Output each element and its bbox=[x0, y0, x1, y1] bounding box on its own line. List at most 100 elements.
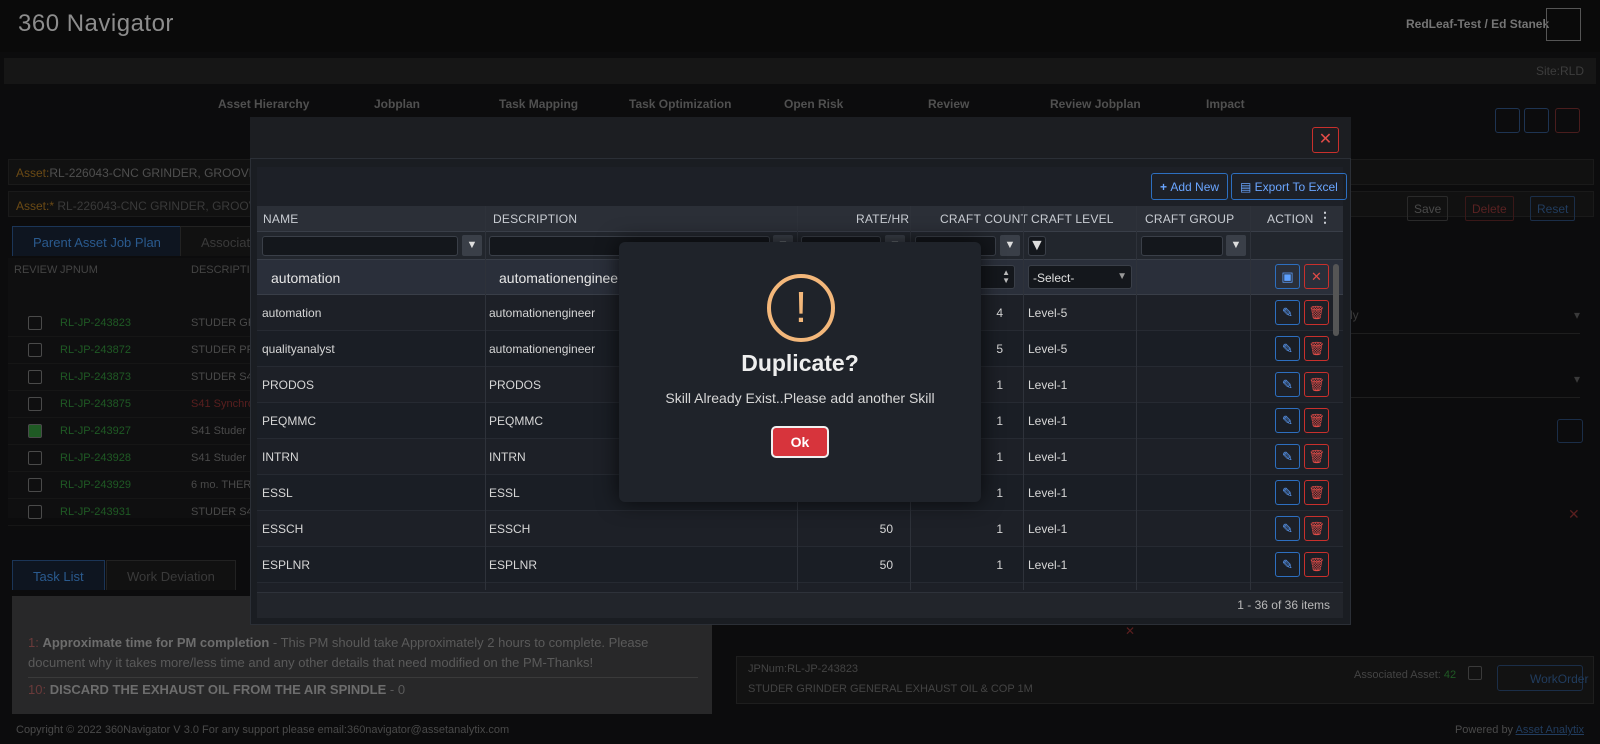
nav-task-optimization[interactable]: Task Optimization bbox=[629, 97, 731, 111]
edit-description-input[interactable]: automationengineer bbox=[499, 270, 623, 286]
workorder-button[interactable]: WorkOrder bbox=[1497, 665, 1588, 691]
review-checkbox[interactable] bbox=[28, 316, 42, 330]
trash-icon[interactable]: 🗑 bbox=[1304, 480, 1329, 505]
col-name[interactable]: NAME bbox=[263, 212, 298, 226]
close-icon: ✕ bbox=[1311, 269, 1322, 284]
name-cell: ESPLNR bbox=[262, 558, 311, 572]
save-button[interactable]: Save bbox=[1407, 196, 1449, 221]
trash-icon[interactable]: 🗑 bbox=[1304, 300, 1329, 325]
user-name[interactable]: RedLeaf-Test / Ed Stanek bbox=[1406, 17, 1549, 31]
close-icon[interactable]: ✕ bbox=[1125, 624, 1135, 638]
col-action: ACTION bbox=[1267, 212, 1314, 226]
review-checkbox-checked[interactable] bbox=[28, 424, 42, 438]
nav-jobplan[interactable]: Jobplan bbox=[374, 97, 420, 111]
associated-checkbox[interactable] bbox=[1468, 666, 1482, 680]
powered-label: Powered by bbox=[1454, 724, 1514, 736]
filter-group-input[interactable] bbox=[1141, 236, 1223, 256]
edit-icon[interactable]: ✎ bbox=[1275, 480, 1300, 505]
filter-icon[interactable]: ▼ bbox=[462, 235, 482, 256]
review-checkbox[interactable] bbox=[28, 478, 42, 492]
nav-open-risk[interactable]: Open Risk bbox=[784, 97, 843, 111]
review-checkbox[interactable] bbox=[28, 451, 42, 465]
jpnum-label: JPNum:RL-JP-243823 bbox=[748, 663, 859, 675]
description-cell: ESSCH bbox=[489, 522, 531, 536]
edit-icon[interactable]: ✎ bbox=[1275, 552, 1300, 577]
rate-cell: 50 bbox=[879, 558, 893, 572]
task-number: 10: bbox=[28, 682, 47, 697]
review-checkbox[interactable] bbox=[28, 343, 42, 357]
user-avatar[interactable] bbox=[1546, 8, 1581, 41]
nav-task-mapping[interactable]: Task Mapping bbox=[499, 97, 578, 111]
trash-icon[interactable]: 🗑 bbox=[1304, 336, 1329, 361]
add-new-button[interactable]: + Add New bbox=[1151, 173, 1229, 200]
ok-button[interactable]: Ok bbox=[771, 426, 829, 458]
col-description[interactable]: DESCRIPTION bbox=[493, 212, 577, 226]
edit-icon[interactable]: ✎ bbox=[1275, 372, 1300, 397]
column-menu-icon[interactable]: ⋮ bbox=[1318, 209, 1332, 226]
filter-name-input[interactable] bbox=[262, 236, 458, 256]
level-cell: Level-5 bbox=[1028, 306, 1068, 320]
footer-copyright: Copyright © 2022 360Navigator V 3.0 For … bbox=[16, 724, 510, 736]
col-rate[interactable]: RATE/HR bbox=[856, 212, 909, 226]
save-label: Save bbox=[1414, 202, 1442, 216]
trash-icon[interactable]: 🗑 bbox=[1304, 372, 1329, 397]
nav-review[interactable]: Review bbox=[928, 97, 969, 111]
edit-name-input[interactable]: automation bbox=[271, 270, 340, 286]
right-dropdown-2[interactable]: ▾ bbox=[1350, 372, 1580, 398]
asset-select-value[interactable]: RL-226043-CNC GRINDER, GROOVE bbox=[57, 199, 264, 213]
trash-icon[interactable]: 🗑 bbox=[1304, 552, 1329, 577]
edit-icon[interactable]: ✎ bbox=[1275, 516, 1300, 541]
col-craft-level[interactable]: CRAFT LEVEL bbox=[1031, 212, 1114, 226]
column-divider bbox=[1136, 206, 1137, 590]
chevron-down-icon: ▼ bbox=[1117, 271, 1127, 282]
review-checkbox[interactable] bbox=[28, 505, 42, 519]
tab-task-list[interactable]: Task List bbox=[12, 560, 105, 590]
trash-icon[interactable]: 🗑 bbox=[1304, 408, 1329, 433]
delete-button[interactable]: Delete bbox=[1465, 196, 1514, 221]
grid-scrollbar[interactable] bbox=[1333, 264, 1339, 336]
settings-button[interactable] bbox=[1524, 108, 1549, 133]
count-cell: 1 bbox=[996, 558, 1003, 572]
tab-parent-asset-job-plan[interactable]: Parent Asset Job Plan bbox=[12, 226, 182, 256]
filter-icon[interactable]: ▼ bbox=[1028, 236, 1046, 256]
edit-icon[interactable]: ✎ bbox=[1275, 336, 1300, 361]
help-button[interactable] bbox=[1495, 108, 1520, 133]
col-craft-count[interactable]: CRAFT COUNT bbox=[940, 212, 1028, 226]
edit-icon[interactable]: ✎ bbox=[1275, 444, 1300, 469]
save-row-button[interactable]: ▣ bbox=[1275, 264, 1300, 289]
edit-icon[interactable]: ✎ bbox=[1275, 300, 1300, 325]
trash-icon[interactable]: 🗑 bbox=[1304, 444, 1329, 469]
table-row[interactable]: ESSCH ESSCH 50 1 Level-1 ✎ 🗑 bbox=[257, 511, 1343, 547]
description-cell: PRODOS bbox=[489, 378, 542, 392]
filter-icon[interactable]: ▼ bbox=[1226, 235, 1246, 256]
close-icon[interactable]: ✕ bbox=[1568, 506, 1580, 523]
review-checkbox[interactable] bbox=[28, 397, 42, 411]
reset-button[interactable]: Reset bbox=[1530, 196, 1576, 221]
edit-icon[interactable]: ✎ bbox=[1275, 408, 1300, 433]
trash-icon[interactable]: 🗑 bbox=[1304, 516, 1329, 541]
name-cell: PEQMMC bbox=[262, 414, 316, 428]
cancel-row-button[interactable]: ✕ bbox=[1304, 264, 1329, 289]
modal-close-button[interactable]: ✕ bbox=[1312, 127, 1339, 153]
desc-cell: STUDER PR bbox=[191, 344, 255, 356]
col-craft-group[interactable]: CRAFT GROUP bbox=[1145, 212, 1234, 226]
right-dropdown[interactable]: ly ▾ bbox=[1350, 308, 1580, 334]
export-to-excel-button[interactable]: ▤ Export To Excel bbox=[1231, 173, 1347, 200]
review-checkbox[interactable] bbox=[28, 370, 42, 384]
nav-asset-hierarchy[interactable]: Asset Hierarchy bbox=[218, 97, 309, 111]
edit-count-stepper[interactable]: ▲ ▼ bbox=[975, 265, 1015, 289]
task-item[interactable]: 1: Approximate time for PM completion - … bbox=[28, 633, 668, 673]
table-row[interactable]: ESPLNR ESPLNR 50 1 Level-1 ✎ 🗑 bbox=[257, 547, 1343, 583]
divider bbox=[28, 677, 698, 678]
nav-impact[interactable]: Impact bbox=[1206, 97, 1245, 111]
excel-icon: ▤ bbox=[1240, 180, 1255, 194]
powered-link[interactable]: Asset Analytix bbox=[1516, 724, 1584, 736]
nav-review-jobplan[interactable]: Review Jobplan bbox=[1050, 97, 1141, 111]
close-page-button[interactable] bbox=[1555, 108, 1580, 133]
task-item[interactable]: 10: DISCARD THE EXHAUST OIL FROM THE AIR… bbox=[28, 682, 405, 697]
tab-work-deviation[interactable]: Work Deviation bbox=[106, 560, 236, 590]
info-button[interactable] bbox=[1557, 419, 1583, 443]
edit-level-select[interactable]: -Select- ▼ bbox=[1028, 265, 1132, 289]
filter-icon[interactable]: ▼ bbox=[1000, 235, 1020, 256]
task-title: Approximate time for PM completion bbox=[42, 635, 270, 650]
